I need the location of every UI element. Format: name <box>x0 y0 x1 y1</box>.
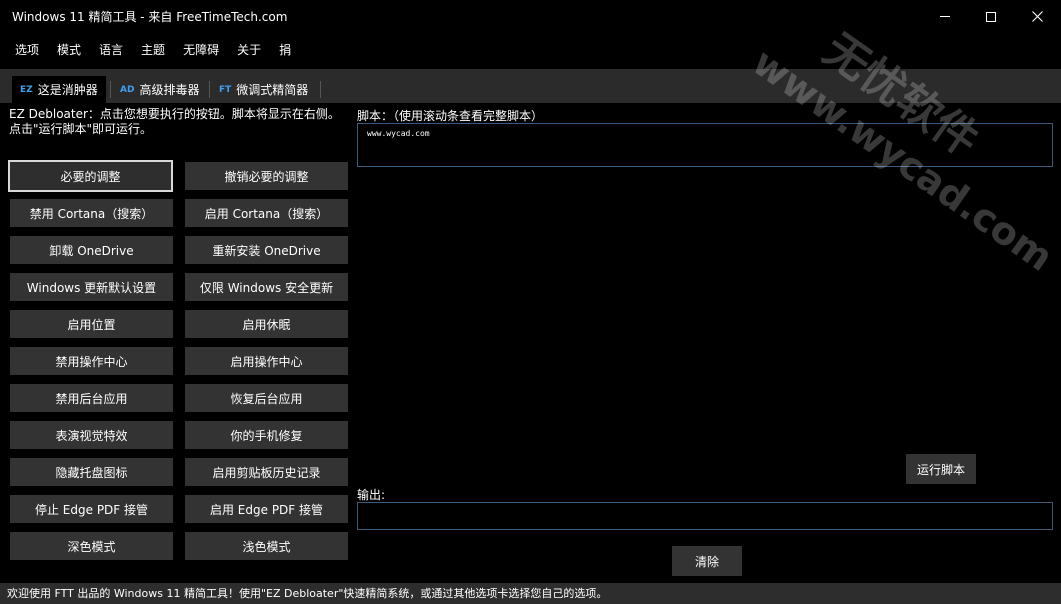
disable-action-center-button[interactable]: 禁用操作中心 <box>10 347 173 375</box>
status-bar: 欢迎使用 FTT 出品的 Windows 11 精简工具！使用"EZ Deblo… <box>0 583 1061 604</box>
menu-options[interactable]: 选项 <box>0 38 48 62</box>
tab-strip: EZ 这是消肿器 AD 高级排毒器 FT 微调式精简器 <box>0 69 1061 103</box>
close-icon <box>1031 11 1043 22</box>
clear-button[interactable]: 清除 <box>672 546 742 576</box>
enable-action-center-button[interactable]: 启用操作中心 <box>185 347 348 375</box>
tab-separator <box>110 81 111 98</box>
description-line: 点击"运行脚本"即可运行。 <box>9 122 153 136</box>
tab-ez-debloater[interactable]: EZ 这是消肿器 <box>12 76 106 103</box>
run-script-button[interactable]: 运行脚本 <box>906 454 976 484</box>
dark-mode-button[interactable]: 深色模式 <box>10 532 173 560</box>
script-content: www.wycad.com <box>367 129 430 138</box>
windows-update-default-button[interactable]: Windows 更新默认设置 <box>10 273 173 301</box>
enable-cortana-button[interactable]: 启用 Cortana（搜索） <box>185 199 348 227</box>
tab-code: AD <box>120 84 135 95</box>
enable-location-button[interactable]: 启用位置 <box>10 310 173 338</box>
script-label: 脚本：（使用滚动条查看完整脚本） <box>357 109 544 123</box>
enable-clipboard-history-button[interactable]: 启用剪贴板历史记录 <box>185 458 348 486</box>
stop-edge-pdf-button[interactable]: 停止 Edge PDF 接管 <box>10 495 173 523</box>
your-phone-fix-button[interactable]: 你的手机修复 <box>185 421 348 449</box>
essential-tweaks-button[interactable]: 必要的调整 <box>8 160 173 192</box>
close-button[interactable] <box>1014 0 1060 33</box>
menu-theme[interactable]: 主题 <box>132 38 174 62</box>
tab-code: EZ <box>20 84 33 95</box>
uninstall-onedrive-button[interactable]: 卸载 OneDrive <box>10 236 173 264</box>
minimize-icon <box>940 16 950 17</box>
reinstall-onedrive-button[interactable]: 重新安装 OneDrive <box>185 236 348 264</box>
description-text: EZ Debloater：点击您想要执行的按钮。脚本将显示在右侧。 点击"运行脚… <box>9 107 340 137</box>
disable-background-apps-button[interactable]: 禁用后台应用 <box>10 384 173 412</box>
menu-mode[interactable]: 模式 <box>48 38 90 62</box>
restore-background-apps-button[interactable]: 恢复后台应用 <box>185 384 348 412</box>
description-line: EZ Debloater：点击您想要执行的按钮。脚本将显示在右侧。 <box>9 107 340 121</box>
hide-tray-icons-button[interactable]: 隐藏托盘图标 <box>10 458 173 486</box>
menu-accessibility[interactable]: 无障碍 <box>174 38 228 62</box>
tab-label: 微调式精简器 <box>236 83 309 97</box>
maximize-button[interactable] <box>968 0 1014 33</box>
maximize-icon <box>986 11 996 22</box>
disable-cortana-button[interactable]: 禁用 Cortana（搜索） <box>10 199 173 227</box>
output-textbox[interactable] <box>357 502 1053 530</box>
output-label: 输出: <box>357 488 386 502</box>
enable-edge-pdf-button[interactable]: 启用 Edge PDF 接管 <box>185 495 348 523</box>
script-textarea[interactable]: www.wycad.com <box>357 123 1053 167</box>
tab-code: FT <box>219 84 232 95</box>
title-bar: Windows 11 精简工具 - 来自 FreeTimeTech.com <box>0 0 1061 33</box>
tab-advanced-debloater[interactable]: AD 高级排毒器 <box>112 76 207 103</box>
enable-hibernation-button[interactable]: 启用休眠 <box>185 310 348 338</box>
visual-effects-button[interactable]: 表演视觉特效 <box>10 421 173 449</box>
tab-fine-tuner[interactable]: FT 微调式精简器 <box>211 76 316 103</box>
light-mode-button[interactable]: 浅色模式 <box>185 532 348 560</box>
menu-about[interactable]: 关于 <box>228 38 270 62</box>
undo-essential-tweaks-button[interactable]: 撤销必要的调整 <box>185 162 348 190</box>
window-title: Windows 11 精简工具 - 来自 FreeTimeTech.com <box>12 10 288 24</box>
tab-label: 这是消肿器 <box>37 83 98 97</box>
security-updates-only-button[interactable]: 仅限 Windows 安全更新 <box>185 273 348 301</box>
menu-donate[interactable]: 捐 <box>270 38 300 62</box>
menu-language[interactable]: 语言 <box>90 38 132 62</box>
tab-separator <box>320 81 321 98</box>
menu-bar: 选项 模式 语言 主题 无障碍 关于 捐 <box>0 38 300 62</box>
tab-label: 高级排毒器 <box>139 83 200 97</box>
minimize-button[interactable] <box>922 0 968 33</box>
tab-separator <box>209 81 210 98</box>
